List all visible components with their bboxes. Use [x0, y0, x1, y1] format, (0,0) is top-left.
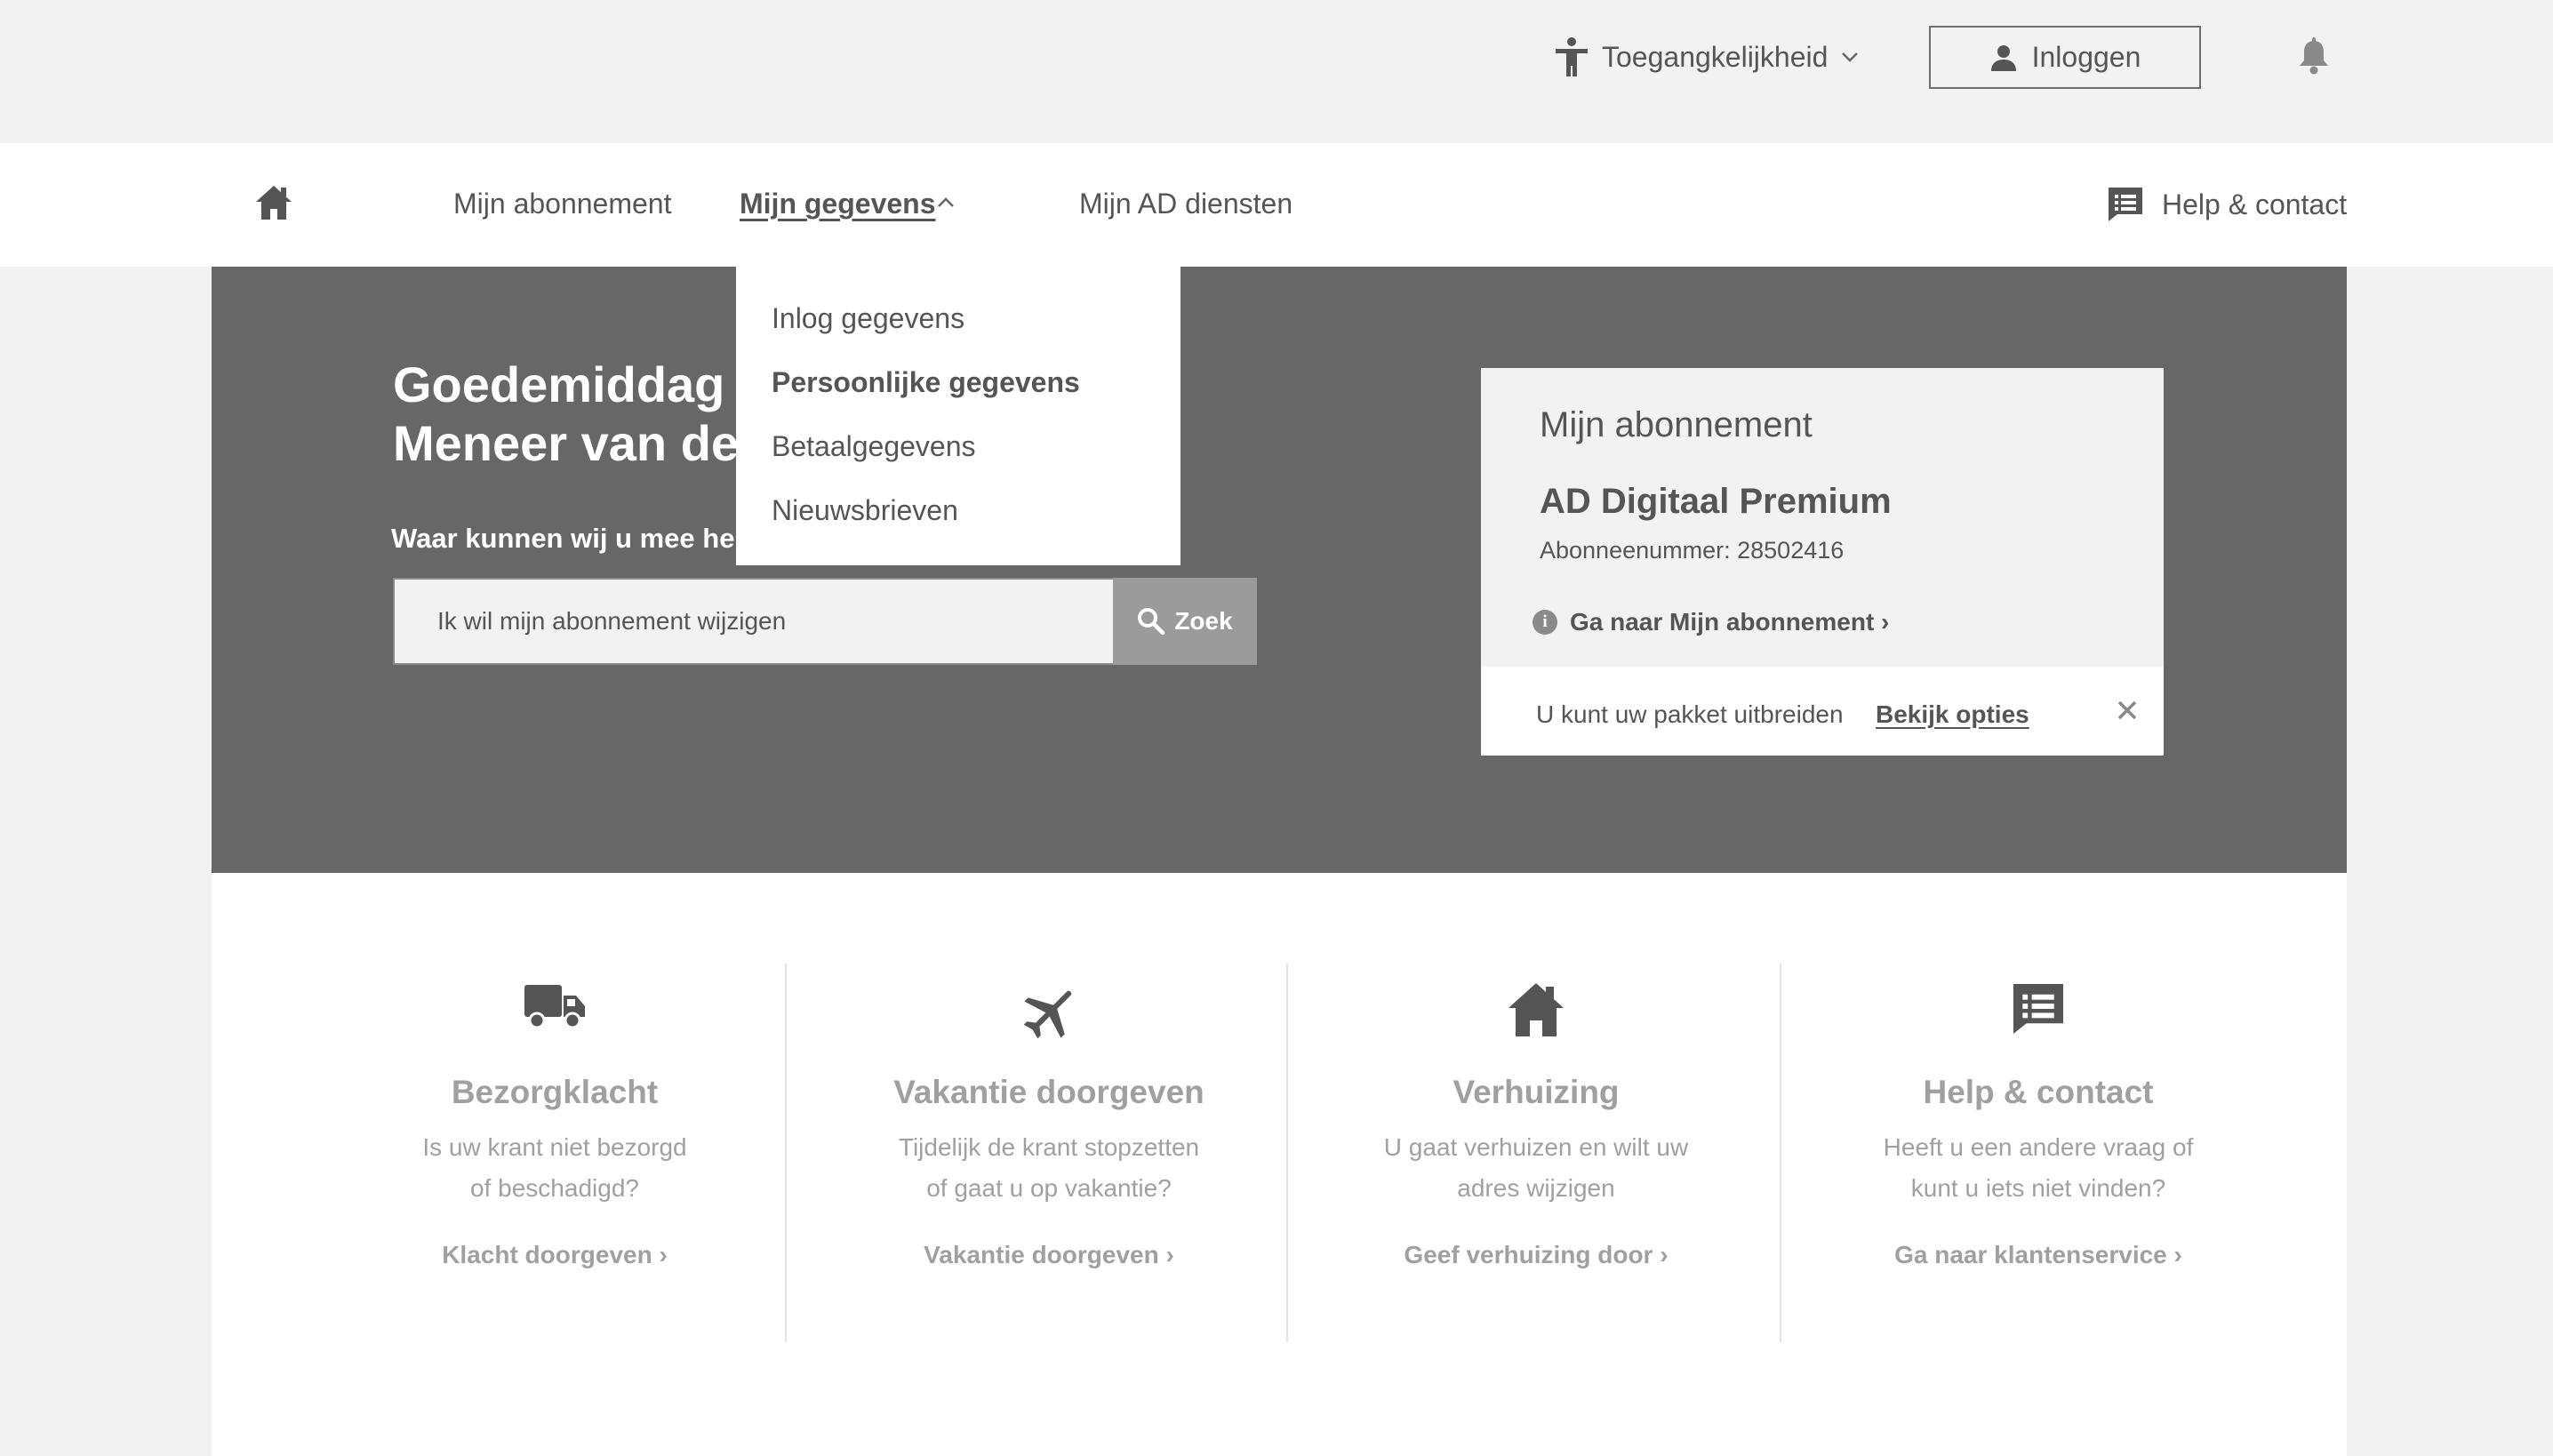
nav-item-mijn-abonnement[interactable]: Mijn abonnement — [453, 188, 671, 220]
service-title: Verhuizing — [1453, 1074, 1620, 1110]
nav-help-label: Help & contact — [2162, 188, 2348, 220]
search-button-label: Zoek — [1174, 607, 1233, 635]
chevron-down-icon — [1842, 52, 1859, 62]
login-label: Inloggen — [2031, 41, 2141, 73]
goto-subscription-label: Ga naar Mijn abonnement › — [1570, 608, 1890, 636]
dropdown-item-betaalgegevens[interactable]: Betaalgegevens — [772, 430, 976, 463]
search-button[interactable]: Zoek — [1113, 578, 1257, 665]
dropdown-item-inlog-gegevens[interactable]: Inlog gegevens — [772, 302, 964, 335]
nav-help-contact[interactable]: Help & contact — [2107, 186, 2347, 223]
upsell-banner: U kunt uw pakket uitbreiden Bekijk optie… — [1481, 667, 2164, 756]
service-verhuizing: Verhuizing U gaat verhuizen en wilt uw a… — [1341, 964, 1732, 1342]
home-link[interactable] — [254, 184, 293, 226]
truck-icon — [524, 985, 585, 1029]
service-title: Bezorgklacht — [451, 1074, 659, 1110]
chat-list-icon — [2109, 188, 2142, 221]
service-vakantie: Vakantie doorgeven Tijdelijk de krant st… — [855, 964, 1243, 1342]
greeting: Goedemiddag Meneer van de — [393, 356, 740, 471]
divider — [1286, 964, 1288, 1342]
nav-item-mijn-gegevens[interactable]: Mijn gegevens — [740, 188, 936, 220]
card-product-name: AD Digitaal Premium — [1540, 482, 1892, 521]
notifications-button[interactable] — [2297, 37, 2331, 79]
service-link[interactable]: Ga naar klantenservice › — [1838, 1241, 2238, 1269]
mijn-gegevens-dropdown: Inlog gegevens Persoonlijke gegevens Bet… — [736, 267, 1180, 565]
accessibility-label: Toegangkelijkheid — [1602, 40, 1829, 73]
airplane-icon — [1023, 990, 1072, 1039]
service-description: Is uw krant niet bezorgd of beschadigd? — [422, 1133, 687, 1202]
service-title: Help & contact — [1923, 1074, 2154, 1110]
house-icon — [1509, 983, 1564, 1036]
login-button[interactable]: Inloggen — [1929, 26, 2201, 89]
service-description: U gaat verhuizen en wilt uw adres wijzig… — [1383, 1133, 1689, 1202]
main-navigation: Mijn abonnement Mijn gegevens Mijn AD di… — [0, 143, 2553, 267]
service-description: Heeft u een andere vraag of kunt u iets … — [1883, 1133, 2194, 1202]
goto-subscription-link[interactable]: i Ga naar Mijn abonnement › — [1533, 608, 1889, 636]
service-link[interactable]: Geef verhuizing door › — [1341, 1241, 1732, 1269]
service-bezorgklacht: Bezorgklacht Is uw krant niet bezorgd of… — [350, 964, 759, 1342]
dropdown-item-nieuwsbrieven[interactable]: Nieuwsbrieven — [772, 494, 958, 527]
service-link[interactable]: Klacht doorgeven › — [350, 1241, 759, 1269]
nav-item-mijn-ad-diensten[interactable]: Mijn AD diensten — [1079, 188, 1293, 220]
user-icon — [1990, 44, 2016, 71]
divider — [785, 964, 787, 1342]
subscription-number: Abonneenummer: 28502416 — [1540, 537, 1845, 564]
service-title: Vakantie doorgeven — [893, 1074, 1204, 1110]
service-description: Tijdelijk de krant stopzetten of gaat u … — [898, 1133, 1200, 1202]
chat-list-icon — [2013, 983, 2064, 1035]
view-options-link[interactable]: Bekijk opties — [1876, 700, 2029, 729]
home-icon — [256, 186, 292, 220]
divider — [1780, 964, 1781, 1342]
hero-section: Goedemiddag Meneer van de Waar kunnen wi… — [212, 267, 2347, 873]
close-icon[interactable] — [2116, 699, 2139, 722]
subscription-card: Mijn abonnement AD Digitaal Premium Abon… — [1481, 368, 2164, 756]
dropdown-item-persoonlijke-gegevens[interactable]: Persoonlijke gegevens — [772, 366, 1080, 399]
info-icon: i — [1533, 610, 1557, 635]
services-section: Bezorgklacht Is uw krant niet bezorgd of… — [212, 873, 2347, 1456]
accessibility-icon — [1556, 37, 1588, 76]
search-input[interactable] — [395, 580, 1113, 663]
chevron-up-icon[interactable] — [936, 196, 956, 209]
bell-icon — [2300, 37, 2328, 75]
service-link[interactable]: Vakantie doorgeven › — [855, 1241, 1243, 1269]
service-help-contact: Help & contact Heeft u een andere vraag … — [1838, 964, 2238, 1342]
search-icon — [1138, 608, 1165, 636]
utility-bar: Toegangkelijkheid Inloggen — [0, 0, 2553, 143]
help-question: Waar kunnen wij u mee hel — [391, 523, 743, 554]
card-title: Mijn abonnement — [1540, 405, 1813, 444]
search-field[interactable] — [393, 578, 1115, 665]
accessibility-menu[interactable]: Toegangkelijkheid — [1554, 32, 1860, 82]
upsell-text: U kunt uw pakket uitbreiden — [1536, 700, 1844, 728]
